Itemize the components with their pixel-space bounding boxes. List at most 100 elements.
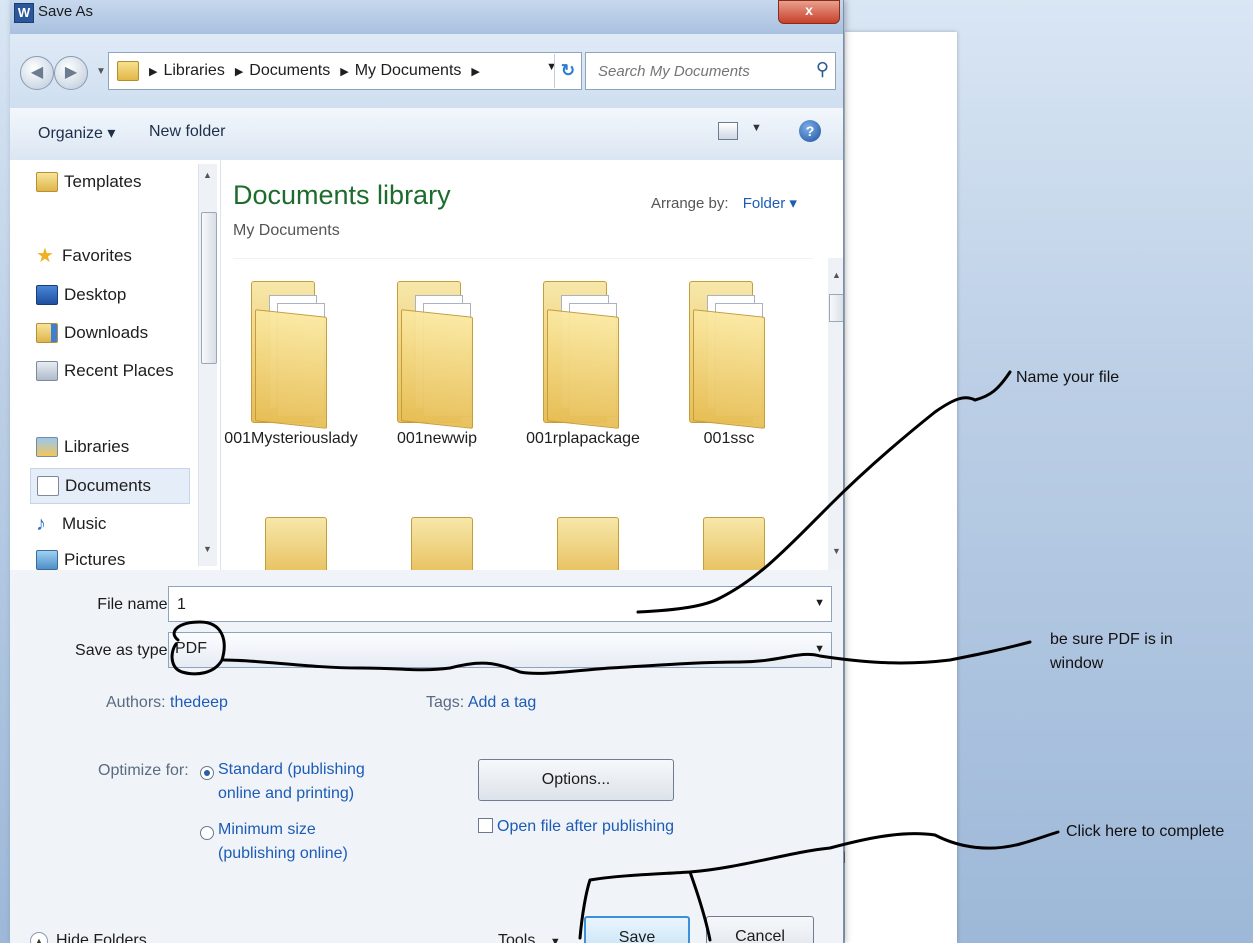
sidebar-item-label: Downloads [64,323,149,342]
forward-button[interactable]: ▶ [54,56,88,90]
search-box[interactable]: ⚲ [585,52,836,90]
search-icon[interactable]: ⚲ [816,59,829,80]
breadcrumb-separator-icon[interactable]: ▶ [340,65,348,78]
breadcrumb-separator-icon[interactable]: ▶ [149,65,157,78]
refresh-button[interactable]: ↻ [554,54,581,88]
view-options-dropdown-icon[interactable]: ▼ [751,122,762,134]
help-icon[interactable]: ? [799,120,821,142]
authors-label: Authors: [106,694,166,711]
scrollbar-thumb[interactable] [829,294,843,322]
navigation-scrollbar[interactable]: ▲ ▼ [198,164,217,566]
arrange-by-label: Arrange by: [651,195,729,212]
arrange-by-dropdown[interactable]: Folder ▾ [743,195,797,212]
scroll-down-icon[interactable]: ▼ [832,546,841,556]
chevron-up-icon: ▲ [30,932,48,943]
annotation-click-to-complete: Click here to complete [1066,823,1225,840]
file-name-field[interactable]: ▼ [168,586,832,622]
optimize-minimum-label[interactable]: Minimum size (publishing online) [218,818,378,866]
tags-label: Tags: [426,694,465,711]
file-list-scrollbar[interactable]: ▲ ▼ [828,258,843,570]
file-name-label: File name: [97,596,172,613]
save-button[interactable]: Save [584,916,690,943]
back-button[interactable]: ◀ [20,56,54,90]
library-subtitle: My Documents [233,222,340,239]
optimize-minimum-radio[interactable] [200,826,214,840]
sidebar-item-desktop[interactable]: Desktop [36,285,126,305]
folder-name: 001Mysteriouslady [224,430,358,447]
options-button[interactable]: Options... [478,759,674,801]
folder-name: 001rplapackage [526,430,640,447]
scroll-down-icon[interactable]: ▼ [203,544,212,554]
sidebar-item-favorites[interactable]: ★ Favorites [36,246,132,266]
hide-folders-button[interactable]: ▲ Hide Folders [30,932,147,943]
sidebar-item-label: Desktop [64,285,127,304]
file-list-pane: Documents library My Documents Arrange b… [221,160,843,579]
chevron-down-icon: ▼ [549,936,561,943]
folder-icon [117,61,139,81]
sidebar-item-label: Favorites [62,246,132,265]
sidebar-item-recent-places[interactable]: Recent Places [36,361,174,381]
arrow-left-icon: ◀ [30,64,44,81]
sidebar-item-label: Libraries [64,437,130,456]
breadcrumb-separator-icon[interactable]: ▶ [235,65,243,78]
sidebar-item-downloads[interactable]: Downloads [36,323,148,343]
scroll-up-icon[interactable]: ▲ [832,270,841,280]
recent-pages-dropdown[interactable]: ▼ [96,66,106,77]
optimize-standard-label[interactable]: Standard (publishing online and printing… [218,758,378,806]
title-bar: W Save As x [10,0,843,34]
save-as-type-select[interactable]: PDF ▼ [168,632,832,668]
breadcrumb-separator-icon[interactable]: ▶ [471,65,479,78]
optimize-standard-radio[interactable] [200,766,214,780]
cancel-button[interactable]: Cancel [706,916,814,943]
tools-button[interactable]: Tools ▼ [498,932,561,943]
open-after-label[interactable]: Open file after publishing [497,818,674,835]
sidebar-item-templates[interactable]: Templates [36,172,141,192]
folder-item[interactable]: 001newwip [367,263,507,449]
tags-field: Tags: Add a tag [426,694,536,712]
chevron-down-icon[interactable]: ▼ [814,597,825,609]
search-input[interactable] [596,59,800,83]
tags-value[interactable]: Add a tag [468,694,537,711]
hide-folders-label: Hide Folders [56,932,147,943]
scroll-up-icon[interactable]: ▲ [203,170,212,180]
sidebar-item-pictures[interactable]: Pictures [36,550,125,570]
arrow-right-icon: ▶ [64,64,78,81]
chevron-down-icon[interactable]: ▼ [814,643,825,655]
folder-item[interactable]: 001rplapackage [513,263,653,449]
authors-field: Authors: thedeep [106,694,228,712]
file-name-input[interactable] [175,593,775,617]
save-options-panel: File name: ▼ Save as type: PDF ▼ Authors… [10,570,843,943]
breadcrumb-libraries[interactable]: Libraries [163,62,224,80]
close-button[interactable]: x [778,0,840,24]
folder-item[interactable]: 001ssc [659,263,799,449]
sidebar-item-documents[interactable]: Documents [30,468,190,504]
arrange-by: Arrange by: Folder ▾ [651,194,797,212]
optimize-for-label: Optimize for: [98,762,189,779]
music-icon: ♪ [36,513,46,535]
pictures-icon [36,550,58,570]
sidebar-item-music[interactable]: ♪ Music [36,514,106,534]
new-folder-button[interactable]: New folder [149,123,225,141]
libraries-icon [36,437,58,457]
word-app-icon: W [14,3,34,23]
annotation-name-your-file: Name your file [1016,369,1120,386]
change-view-icon[interactable] [718,122,738,140]
sidebar-item-libraries[interactable]: Libraries [36,437,129,457]
folder-icon [397,273,477,429]
sidebar-item-label: Documents [65,476,151,495]
scrollbar-thumb[interactable] [201,212,217,364]
folder-name: 001ssc [703,430,755,447]
open-after-publishing[interactable]: Open file after publishing [478,816,674,836]
open-after-checkbox[interactable] [478,818,493,833]
word-document-page: d [837,32,957,943]
folder-icon [36,172,58,192]
breadcrumb-documents[interactable]: Documents [249,62,330,80]
folder-icon [689,273,769,429]
tools-label: Tools [498,932,536,943]
address-bar[interactable]: ▶ Libraries ▶ Documents ▶ My Documents ▶… [108,52,582,90]
organize-button[interactable]: Organize ▾ [38,123,115,143]
breadcrumb-my-documents[interactable]: My Documents [355,62,462,80]
command-bar: Organize ▾ New folder ▼ ? [10,108,843,161]
folder-item[interactable]: 001Mysteriouslady [221,263,361,449]
authors-value[interactable]: thedeep [170,694,228,711]
